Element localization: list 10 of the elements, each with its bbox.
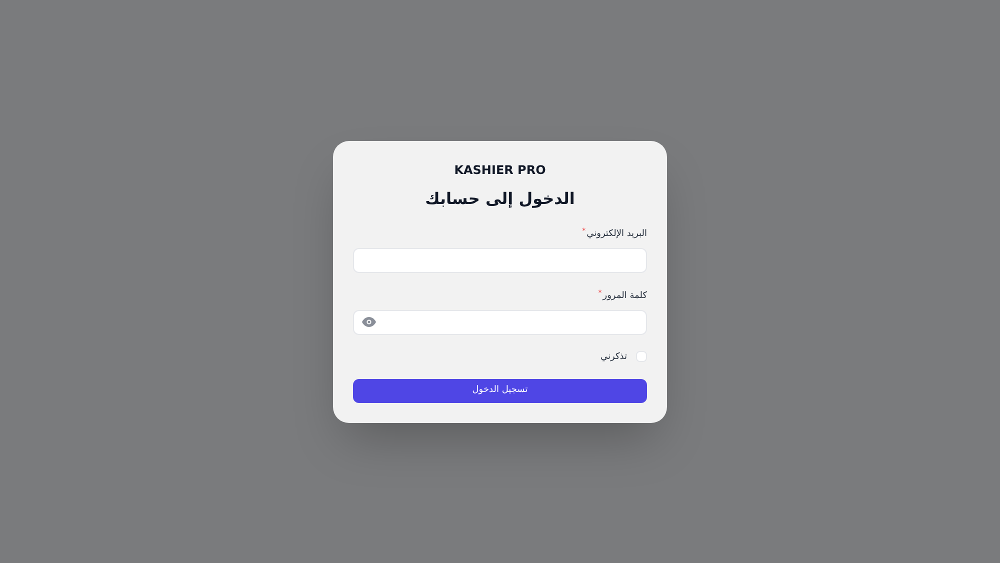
login-button[interactable]: تسجيل الدخول bbox=[353, 378, 647, 402]
remember-checkbox[interactable] bbox=[636, 351, 647, 362]
remember-label: تذكرني bbox=[600, 350, 627, 362]
field-label: البريد الإلكتروني bbox=[586, 228, 647, 240]
email-field[interactable] bbox=[353, 248, 647, 272]
field-label: كلمة المرور bbox=[602, 290, 647, 302]
eye-icon[interactable] bbox=[362, 317, 376, 327]
page-heading: الدخول إلى حسابك bbox=[425, 188, 575, 210]
password-field[interactable] bbox=[353, 310, 647, 334]
brand-title: KASHIER PRO bbox=[454, 162, 546, 178]
